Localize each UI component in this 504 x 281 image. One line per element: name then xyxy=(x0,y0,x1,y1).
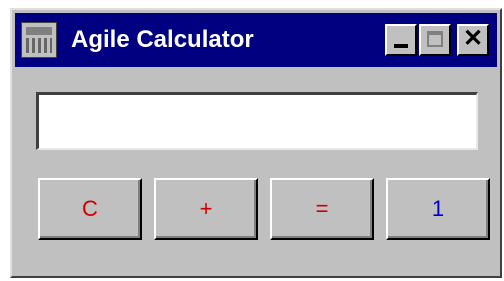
keypad: C + = 1 xyxy=(38,178,490,240)
minimize-button[interactable] xyxy=(385,24,417,56)
close-icon: ✕ xyxy=(462,25,484,52)
minimize-icon xyxy=(394,44,408,48)
calculator-window: Agile Calculator ✕ C + = 1 xyxy=(10,8,502,278)
calculator-icon-keys xyxy=(26,38,52,53)
digit-one-button[interactable]: 1 xyxy=(386,178,490,240)
clear-button[interactable]: C xyxy=(38,178,142,240)
display-field[interactable] xyxy=(36,92,478,150)
plus-button[interactable]: + xyxy=(154,178,258,240)
equals-button[interactable]: = xyxy=(270,178,374,240)
title-bar[interactable]: Agile Calculator ✕ xyxy=(15,13,497,67)
close-button[interactable]: ✕ xyxy=(457,24,489,56)
calculator-icon-screen xyxy=(26,27,52,35)
calculator-icon[interactable] xyxy=(21,22,57,58)
window-title: Agile Calculator xyxy=(71,26,254,53)
maximize-button[interactable] xyxy=(419,24,451,56)
maximize-icon xyxy=(427,31,443,47)
